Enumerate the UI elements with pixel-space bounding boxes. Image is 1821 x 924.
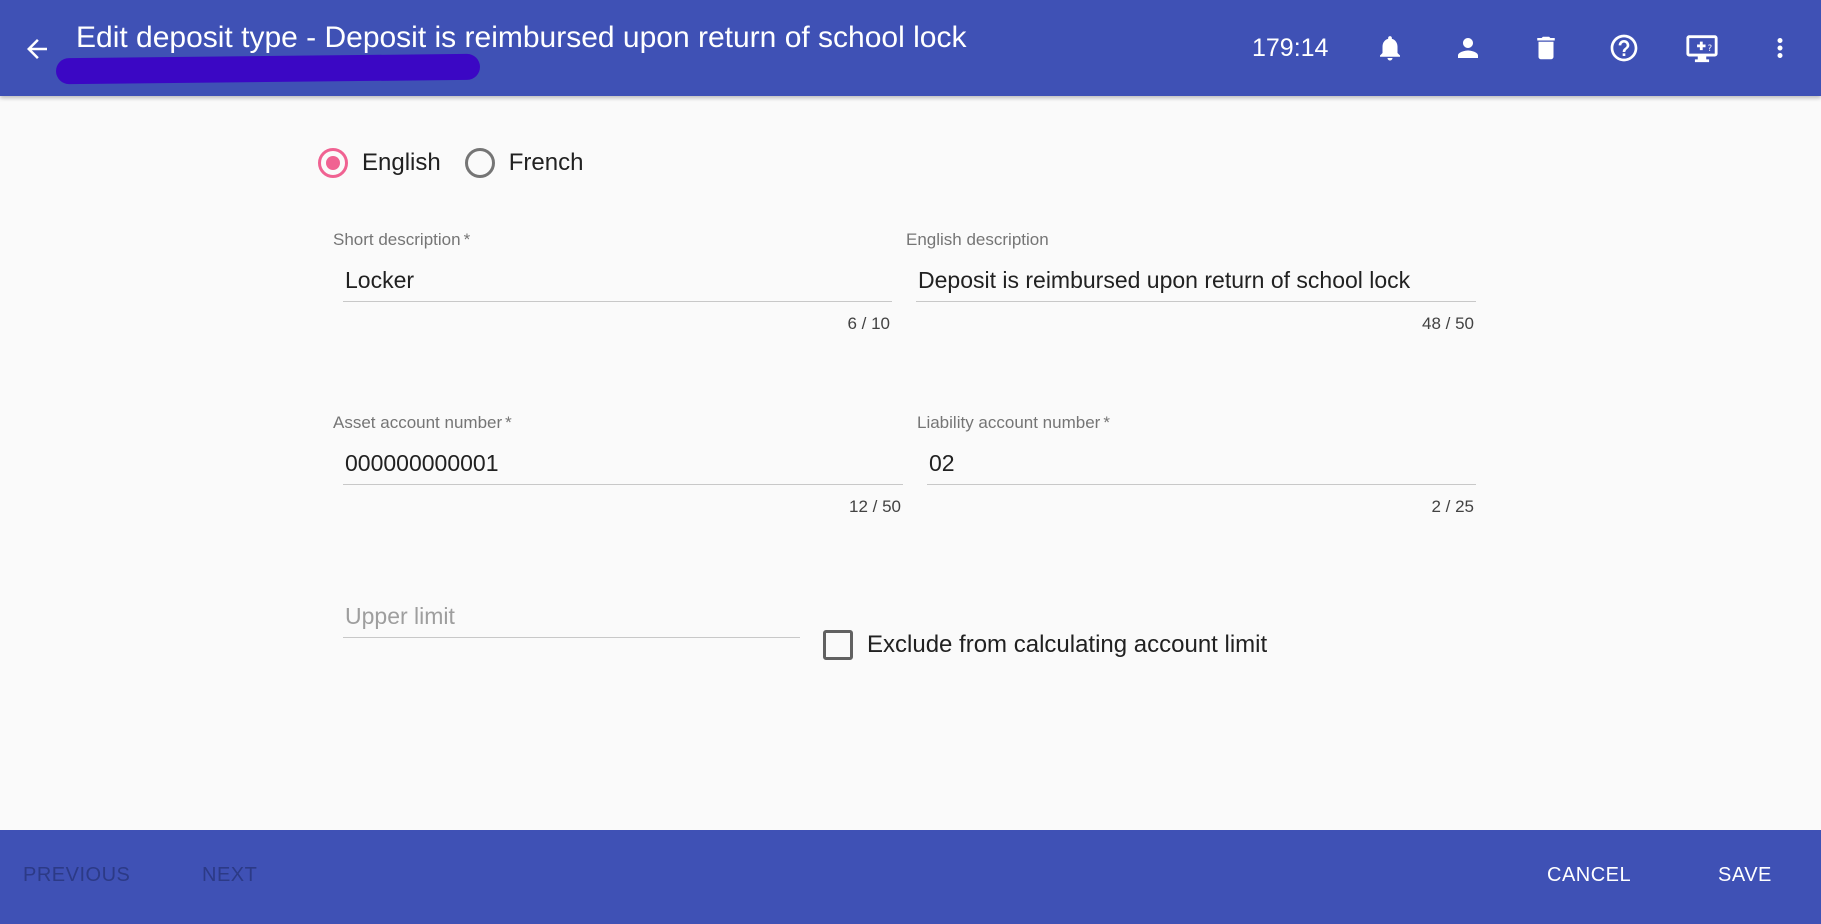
save-button[interactable]: SAVE — [1718, 864, 1772, 887]
english-description-label: English description — [906, 230, 1049, 249]
exclude-from-limit-checkbox[interactable]: Exclude from calculating account limit — [823, 630, 1267, 660]
radio-english-label: English — [362, 149, 441, 176]
trash-icon[interactable] — [1526, 28, 1566, 68]
back-arrow-icon[interactable] — [16, 28, 58, 70]
radio-unchecked-icon — [464, 148, 495, 178]
short-description-counter: 6 / 10 — [847, 314, 890, 333]
next-button[interactable]: NEXT — [202, 864, 257, 887]
previous-button[interactable]: PREVIOUS — [23, 864, 130, 887]
help-circle-icon[interactable] — [1604, 28, 1644, 68]
more-vert-icon[interactable] — [1760, 28, 1800, 68]
app-bar: Edit deposit type - Deposit is reimburse… — [0, 0, 1821, 96]
english-description-counter: 48 / 50 — [1422, 314, 1474, 333]
asset-account-field: Asset account number* 12 / 50 — [333, 413, 903, 523]
person-icon[interactable] — [1448, 28, 1488, 68]
radio-french[interactable]: French — [464, 148, 584, 178]
liability-account-input[interactable] — [927, 443, 1476, 485]
svg-text:?: ? — [1708, 44, 1713, 54]
radio-french-label: French — [508, 149, 584, 176]
liability-account-label: Liability account number * — [917, 413, 1110, 432]
cancel-button[interactable]: CANCEL — [1547, 864, 1631, 887]
english-description-input[interactable] — [916, 260, 1476, 302]
bottom-action-bar: PREVIOUS NEXT CANCEL SAVE — [0, 830, 1821, 924]
short-description-label: Short description * — [333, 230, 471, 249]
upper-limit-field — [333, 596, 800, 676]
exclude-from-limit-label: Exclude from calculating account limit — [867, 631, 1268, 658]
checkbox-unchecked-icon — [823, 630, 853, 660]
liability-account-counter: 2 / 25 — [1431, 497, 1474, 516]
short-description-field: Short description* 6 / 10 — [333, 230, 892, 340]
redaction-scribble — [55, 53, 481, 85]
short-description-input[interactable] — [343, 260, 892, 302]
page-title: Edit deposit type - Deposit is reimburse… — [76, 21, 967, 54]
bell-icon[interactable] — [1370, 28, 1410, 68]
asset-account-input[interactable] — [343, 443, 903, 485]
language-radio-group: English French — [318, 148, 607, 178]
asset-account-counter: 12 / 50 — [849, 497, 901, 516]
asset-account-label: Asset account number * — [333, 413, 512, 432]
radio-checked-icon — [318, 148, 348, 178]
liability-account-field: Liability account number* 2 / 25 — [917, 413, 1476, 523]
english-description-field: English description 48 / 50 — [906, 230, 1476, 340]
desktop-help-icon[interactable]: ? — [1682, 28, 1722, 68]
form-area: English French Short description* 6 / 10… — [0, 96, 1821, 830]
upper-limit-input[interactable] — [343, 596, 800, 638]
radio-english[interactable]: English — [318, 148, 441, 178]
session-timer: 179:14 — [1252, 34, 1329, 62]
